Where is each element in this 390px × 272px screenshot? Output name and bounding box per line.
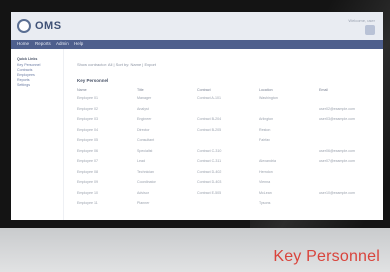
monitor-bezel: OMS Welcome, user Home Reports Admin Hel…	[0, 0, 390, 228]
sidebar-item-contracts[interactable]: Contracts	[17, 68, 32, 72]
table-cell[interactable]: user06@example.com	[319, 149, 355, 153]
filter-bar[interactable]: Show contractor: All | Sort by: Name | E…	[77, 62, 156, 67]
table-cell[interactable]: user03@example.com	[319, 117, 355, 121]
column-header-contract[interactable]: Contract	[197, 88, 211, 92]
table-cell: Lead	[137, 159, 145, 163]
table-cell: Specialist	[137, 148, 153, 153]
table-cell[interactable]: Employee 10	[77, 191, 98, 195]
table-cell[interactable]: Employee 09	[77, 180, 98, 184]
menu-item-help[interactable]: Help	[74, 41, 83, 46]
table-cell: Contract C-311	[197, 159, 222, 163]
table-cell: McLean	[259, 190, 272, 195]
column-header-email[interactable]: Email	[319, 88, 328, 92]
user-icon[interactable]	[365, 25, 375, 35]
table-cell: Arlington	[259, 117, 274, 121]
table-cell[interactable]: Employee 04	[77, 128, 98, 132]
table-cell: Contract A-101	[197, 96, 221, 100]
sidebar-item-employees[interactable]: Employees	[17, 73, 35, 77]
header-user-text: Welcome, user	[348, 18, 375, 23]
table-cell[interactable]: Employee 02	[77, 107, 98, 111]
table-cell[interactable]: Employee 01	[77, 96, 98, 100]
logo-text: OMS	[35, 20, 62, 32]
sidebar-item-settings[interactable]: Settings	[17, 83, 30, 87]
table-cell: Coordinator	[137, 180, 156, 184]
table-cell: Technician	[137, 169, 154, 174]
table-cell[interactable]: Employee 08	[77, 170, 98, 174]
sidebar-heading: Quick Links	[17, 57, 38, 61]
table-cell: Vienna	[259, 180, 271, 184]
table-cell: Herndon	[259, 169, 273, 174]
table-cell: Alexandria	[259, 159, 276, 163]
sidebar-item-reports[interactable]: Reports	[17, 78, 30, 82]
main-content: Show contractor: All | Sort by: Name | E…	[73, 56, 378, 216]
caption-key-personnel: Key Personnel	[273, 248, 380, 265]
column-header-title[interactable]: Title	[137, 88, 144, 92]
table-cell[interactable]: user10@example.com	[319, 191, 355, 195]
table-cell: Manager	[137, 96, 152, 100]
table-cell: Consultant	[137, 138, 155, 142]
table-cell[interactable]: user07@example.com	[319, 159, 355, 163]
table-cell: Tysons	[259, 201, 271, 205]
table-cell: Contract D-403	[197, 180, 222, 184]
table-cell: Contract B-205	[197, 127, 222, 132]
table-cell: Contract D-402	[197, 169, 222, 174]
table-cell[interactable]: Employee 06	[77, 149, 98, 153]
table-cell: Director	[137, 127, 150, 132]
table-cell: Planner	[137, 201, 150, 205]
menu-item-admin[interactable]: Admin	[56, 41, 69, 46]
app-header: OMS Welcome, user	[11, 12, 383, 40]
sidebar: Quick Links Key Personnel Contracts Empl…	[11, 49, 64, 220]
column-header-location[interactable]: Location	[259, 88, 273, 92]
menubar: Home Reports Admin Help	[11, 40, 383, 49]
table-cell: Washington	[259, 96, 278, 100]
table-cell: Contract B-204	[197, 117, 222, 121]
screen: OMS Welcome, user Home Reports Admin Hel…	[11, 12, 383, 220]
table-cell: Contract C-310	[197, 148, 222, 153]
table-cell[interactable]: Employee 03	[77, 117, 98, 121]
table-cell[interactable]: Employee 11	[77, 201, 98, 205]
table-cell: Fairfax	[259, 138, 270, 142]
table-cell[interactable]: Employee 05	[77, 138, 98, 142]
table-cell: Reston	[259, 127, 271, 132]
table-cell: Contract E-505	[197, 190, 222, 195]
menu-item-home[interactable]: Home	[17, 41, 29, 46]
logo-icon	[17, 19, 31, 33]
section-title: Key Personnel	[77, 78, 109, 83]
column-header-name[interactable]: Name	[77, 88, 87, 92]
table-cell: Analyst	[137, 106, 149, 111]
table-cell: Advisor	[137, 190, 149, 195]
table-cell[interactable]: user02@example.com	[319, 107, 355, 111]
table-cell: Engineer	[137, 117, 152, 121]
table-cell[interactable]: Employee 07	[77, 159, 98, 163]
menu-item-reports[interactable]: Reports	[35, 41, 51, 46]
sidebar-item-key-personnel[interactable]: Key Personnel	[17, 63, 40, 67]
